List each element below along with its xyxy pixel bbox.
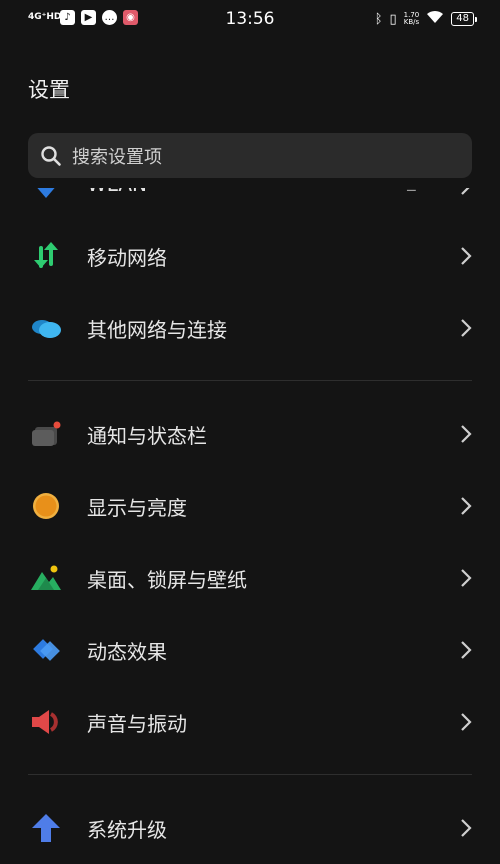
chevron-right-icon (461, 713, 472, 731)
page-title: 设置 (28, 78, 70, 102)
chevron-right-icon (461, 819, 472, 837)
wallpaper-label: 桌面、锁屏与壁纸 (87, 568, 247, 592)
display-label: 显示与亮度 (87, 496, 187, 520)
system-update-icon (32, 814, 60, 842)
sound-icon (32, 710, 58, 734)
system-update-label: 系统升级 (87, 818, 167, 842)
search-icon (41, 145, 61, 166)
chevron-right-icon (461, 641, 472, 659)
mobile-network-label: 移动网络 (87, 246, 167, 270)
settings-row-motion[interactable]: 动态效果 (0, 614, 500, 686)
chevron-right-icon (461, 497, 472, 515)
chevron-right-icon (461, 425, 472, 443)
notifications-label: 通知与状态栏 (87, 424, 207, 448)
mobile-data-icon (34, 242, 58, 268)
settings-row-display[interactable]: 显示与亮度 (0, 470, 500, 542)
section-divider (28, 774, 472, 775)
connections-icon (32, 320, 61, 338)
wallpaper-icon (31, 565, 61, 590)
display-brightness-icon (33, 493, 59, 519)
chevron-right-icon (461, 247, 472, 265)
settings-row-system-update[interactable]: 系统升级 (0, 792, 500, 864)
motion-effects-icon (33, 639, 60, 661)
settings-row-wallpaper[interactable]: 桌面、锁屏与壁纸 (0, 542, 500, 614)
settings-row-mobile-network[interactable]: 移动网络 (0, 220, 500, 292)
chevron-right-icon (461, 319, 472, 337)
other-connections-label: 其他网络与连接 (87, 318, 227, 342)
search-bar[interactable]: 搜索设置项 (28, 133, 472, 178)
notification-icon (32, 421, 61, 446)
search-placeholder: 搜索设置项 (72, 146, 162, 168)
section-divider (28, 380, 472, 381)
settings-row-other-connections[interactable]: 其他网络与连接 (0, 292, 500, 364)
motion-label: 动态效果 (87, 640, 167, 664)
chevron-right-icon (461, 569, 472, 587)
settings-row-sound[interactable]: 声音与振动 (0, 686, 500, 758)
settings-row-notifications[interactable]: 通知与状态栏 (0, 398, 500, 470)
sound-label: 声音与振动 (87, 712, 187, 736)
